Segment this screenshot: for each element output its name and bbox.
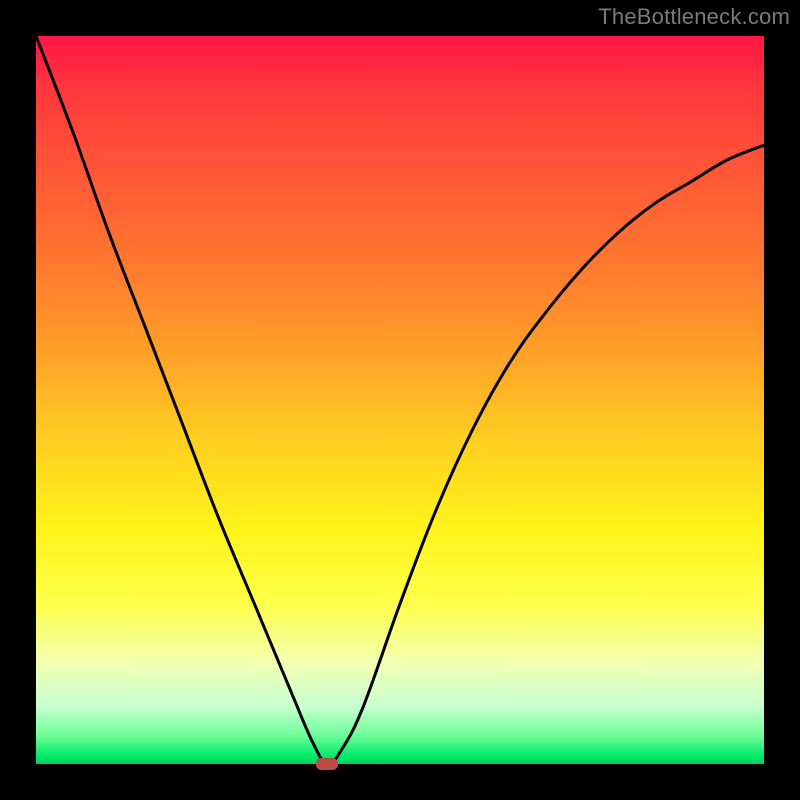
min-marker (316, 758, 338, 770)
plot-area (36, 36, 764, 764)
curve-layer (36, 36, 764, 764)
chart-stage: TheBottleneck.com (0, 0, 800, 800)
attribution-text: TheBottleneck.com (598, 4, 790, 30)
bottleneck-curve (36, 36, 764, 764)
